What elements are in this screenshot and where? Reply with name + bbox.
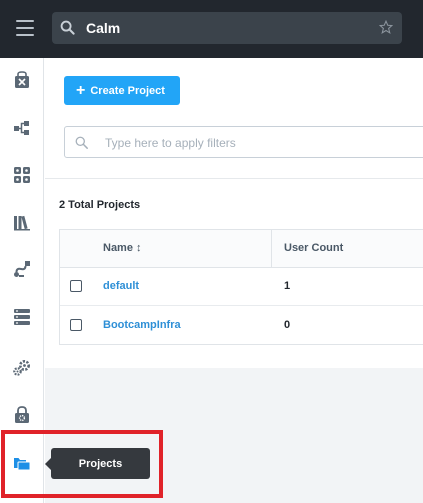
- project-name-link[interactable]: default: [103, 280, 139, 292]
- marketplace-icon: [14, 167, 30, 183]
- table-row: BootcampInfra 0: [60, 307, 423, 345]
- policy-icon: [15, 406, 29, 423]
- sidebar-item-blueprints[interactable]: [0, 60, 44, 100]
- highlight-box: [1, 430, 163, 498]
- projects-table: Name ↕ User Count default 1 BootcampInfr…: [59, 229, 423, 345]
- project-name-link[interactable]: BootcampInfra: [103, 319, 181, 331]
- search-icon: [60, 20, 75, 35]
- user-count: 0: [284, 319, 291, 331]
- search-icon: [75, 136, 88, 149]
- row-checkbox[interactable]: [70, 280, 82, 292]
- top-bar: Calm: [0, 0, 423, 58]
- sidebar-item-library[interactable]: [0, 202, 44, 242]
- sidebar-item-marketplace[interactable]: [0, 155, 44, 195]
- settings-icon: [13, 360, 30, 376]
- table-header: Name ↕ User Count: [60, 230, 423, 268]
- table-row: default 1: [60, 268, 423, 306]
- sidebar-item-applications[interactable]: [0, 108, 44, 148]
- sidebar-item-policies[interactable]: [0, 395, 44, 435]
- divider: [45, 178, 423, 179]
- library-icon: [14, 215, 30, 231]
- filter-input[interactable]: Type here to apply filters: [64, 126, 423, 158]
- star-icon[interactable]: [379, 20, 393, 34]
- blueprint-icon: [15, 71, 29, 88]
- row-checkbox[interactable]: [70, 319, 82, 331]
- search-value: Calm: [86, 20, 121, 36]
- create-project-button[interactable]: + Create Project: [64, 76, 180, 105]
- projects-panel: + Create Project Type here to apply filt…: [45, 58, 423, 368]
- sidebar-item-endpoints[interactable]: [0, 297, 44, 337]
- column-divider: [271, 230, 272, 268]
- sidebar-item-runbooks[interactable]: [0, 249, 44, 289]
- global-search-input[interactable]: Calm: [52, 12, 402, 44]
- hamburger-menu-icon[interactable]: [16, 20, 34, 36]
- runbook-icon: [14, 261, 30, 277]
- filter-placeholder: Type here to apply filters: [105, 136, 236, 150]
- column-header-name[interactable]: Name ↕: [103, 242, 142, 254]
- create-project-label: Create Project: [90, 84, 165, 97]
- total-projects-count: 2 Total Projects: [59, 199, 141, 211]
- sidebar-item-settings[interactable]: [0, 348, 44, 388]
- user-count: 1: [284, 280, 291, 292]
- column-header-user-count[interactable]: User Count: [284, 242, 343, 254]
- applications-icon: [14, 121, 29, 135]
- endpoints-icon: [14, 309, 30, 325]
- plus-icon: +: [76, 81, 86, 99]
